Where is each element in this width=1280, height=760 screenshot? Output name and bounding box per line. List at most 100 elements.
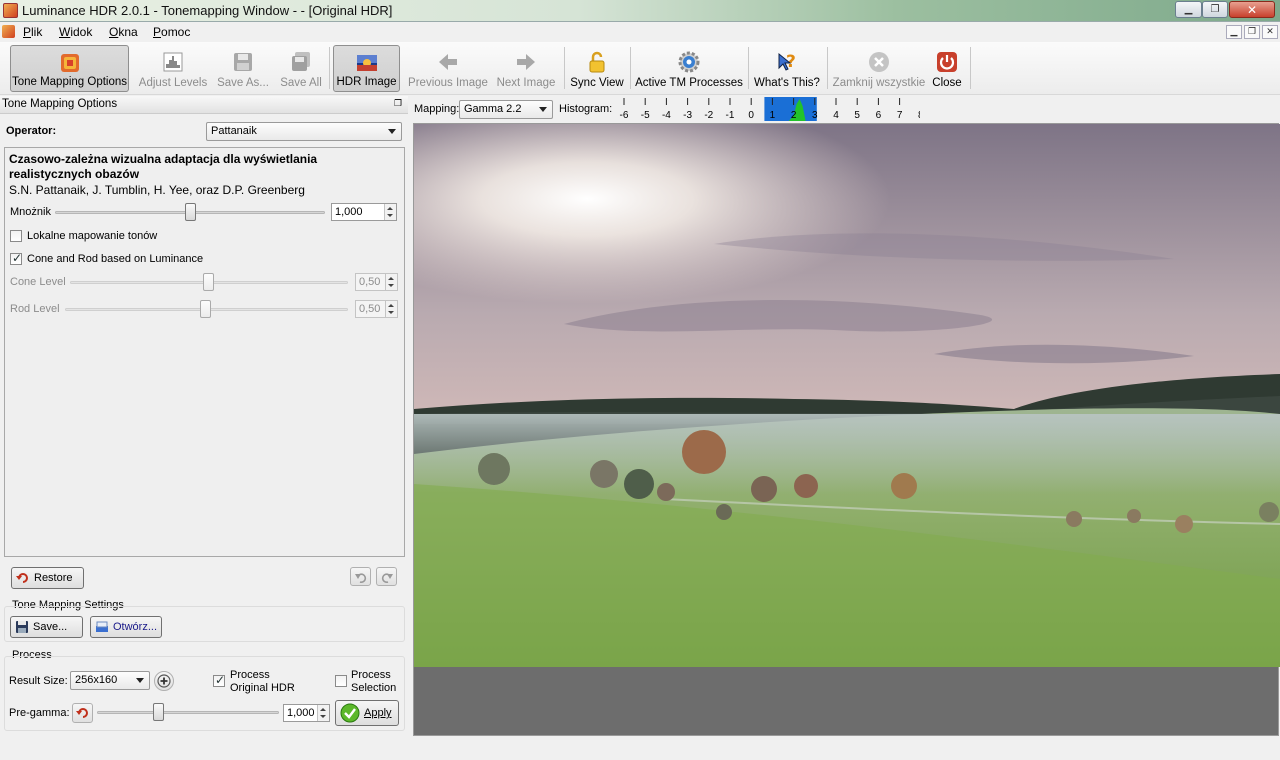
redo-button[interactable]: [376, 567, 397, 586]
pregamma-spinbox[interactable]: 1,000: [283, 704, 330, 722]
process-original-hdr-checkbox[interactable]: [213, 673, 225, 687]
save-all-button[interactable]: Save All: [278, 45, 324, 92]
histogram-tick-label: 6: [876, 110, 882, 121]
toolbar-separator: [827, 47, 828, 89]
operator-select[interactable]: Pattanaik: [206, 122, 402, 141]
title-bar: Luminance HDR 2.0.1 - Tonemapping Window…: [0, 0, 1280, 22]
close-button[interactable]: Close: [929, 45, 965, 92]
pregamma-slider-thumb[interactable]: [153, 703, 164, 721]
maximize-button[interactable]: ❐: [1202, 1, 1228, 18]
spin-arrows-icon[interactable]: [385, 301, 397, 317]
result-size-select[interactable]: 256x160: [70, 671, 150, 690]
whats-this-button[interactable]: ? What's This?: [753, 45, 821, 92]
mapping-toolbar: Mapping: Gamma 2.2 Histogram: -6 -5 -4 -3 -2…: [410, 96, 1280, 122]
panel-header: Tone Mapping Options ❐: [0, 96, 408, 114]
menu-pomoc[interactable]: Pomoc: [153, 25, 190, 39]
histogram-tick-label: 3: [812, 110, 818, 121]
save-settings-button[interactable]: Save...: [10, 616, 83, 638]
hdr-image-icon: [356, 55, 377, 71]
menu-okna[interactable]: Okna: [109, 25, 138, 39]
window-title: Luminance HDR 2.0.1 - Tonemapping Window…: [22, 3, 393, 18]
arrow-right-icon: [517, 54, 535, 70]
mapping-select[interactable]: Gamma 2.2: [459, 100, 553, 119]
undo-button[interactable]: [350, 567, 371, 586]
chevron-down-icon: [136, 678, 144, 683]
process-original-hdr-label: Process Original HDR: [230, 669, 295, 694]
operator-label: Operator:: [6, 125, 57, 137]
sync-view-button[interactable]: Sync View: [570, 45, 624, 92]
undo-arrow-icon: [75, 708, 88, 718]
previous-image-button[interactable]: Previous Image: [408, 45, 488, 92]
histogram-tick-label: -2: [704, 110, 713, 121]
local-tonemapping-checkbox[interactable]: [10, 230, 22, 242]
floppy-icon: [234, 53, 252, 71]
pregamma-label: Pre-gamma:: [9, 707, 70, 719]
main-toolbar: Tone Mapping Options Adjust Levels Save …: [0, 42, 1280, 95]
multiplier-label: Mnożnik: [10, 206, 51, 218]
add-size-button[interactable]: [154, 671, 174, 691]
image-viewport[interactable]: [413, 123, 1280, 736]
hdr-image-button[interactable]: HDR Image: [333, 45, 400, 92]
open-settings-button[interactable]: Otwórz...: [90, 616, 162, 638]
rod-level-spinbox[interactable]: 0,50: [355, 300, 398, 318]
pregamma-reset-button[interactable]: [72, 703, 93, 723]
apply-button[interactable]: Apply: [335, 700, 399, 726]
panel-title: Tone Mapping Options: [2, 98, 118, 110]
arrow-left-icon: [439, 54, 457, 70]
operator-description-title: Czasowo-zależna wizualna adaptacja dla w…: [9, 152, 318, 181]
toolbar-separator: [970, 47, 971, 89]
status-bar: [0, 737, 1280, 760]
redo-icon: [381, 572, 393, 583]
chevron-down-icon: [539, 107, 547, 112]
menu-plik[interactable]: Plik: [23, 25, 42, 39]
active-tm-processes-button[interactable]: Active TM Processes: [635, 45, 743, 92]
checkmark-icon: [340, 703, 360, 723]
undo-arrow-icon: [16, 573, 28, 583]
toolbar-separator: [630, 47, 631, 89]
floppy-icon: [16, 621, 28, 633]
close-window-button[interactable]: ✕: [1229, 1, 1275, 18]
spin-arrows-icon[interactable]: [384, 204, 396, 220]
whats-this-icon: ?: [778, 52, 796, 72]
mdi-minimize-button[interactable]: ▁: [1226, 25, 1242, 39]
spin-arrows-icon[interactable]: [385, 274, 397, 290]
spin-arrows-icon[interactable]: [317, 705, 329, 721]
histogram-label: Histogram:: [559, 103, 613, 115]
histogram-tick-label: 1: [770, 110, 776, 121]
mdi-window-icon[interactable]: [2, 25, 15, 38]
multiplier-slider-thumb[interactable]: [185, 203, 196, 221]
multiplier-spinbox[interactable]: 1,000: [331, 203, 397, 221]
cone-rod-label: Cone and Rod based on Luminance: [27, 253, 204, 265]
pregamma-slider-track[interactable]: [97, 711, 279, 714]
cone-level-spinbox[interactable]: 0,50: [355, 273, 398, 291]
cone-rod-checkbox[interactable]: [10, 251, 22, 265]
mdi-restore-button[interactable]: ❐: [1244, 25, 1260, 39]
tone-mapping-options-button[interactable]: Tone Mapping Options: [10, 45, 129, 92]
histogram-tick-label: 2: [791, 110, 797, 121]
histogram-tick-label: 4: [833, 110, 839, 121]
rod-level-slider-thumb[interactable]: [200, 300, 211, 318]
process-selection-checkbox[interactable]: [335, 675, 347, 687]
landscape-preview-image: [414, 124, 1280, 667]
rod-level-label: Rod Level: [10, 303, 60, 315]
histogram-tick-label: -1: [726, 110, 735, 121]
histogram-widget[interactable]: -6 -5 -4 -3 -2 -1 0 1 2 3 4 5 6 7 8: [610, 96, 920, 122]
next-image-button[interactable]: Next Image: [495, 45, 557, 92]
cone-level-slider-thumb[interactable]: [203, 273, 214, 291]
close-circle-icon: [869, 52, 889, 72]
menu-widok[interactable]: Widok: [59, 25, 92, 39]
toolbar-separator: [329, 47, 330, 89]
process-selection-label: Process Selection: [351, 669, 397, 694]
mdi-close-button[interactable]: ✕: [1262, 25, 1278, 39]
restore-button[interactable]: Restore: [11, 567, 84, 589]
close-all-button[interactable]: Zamknij wszystkie: [833, 45, 925, 92]
histogram-tick-label: 7: [897, 110, 903, 121]
operator-authors: S.N. Pattanaik, J. Tumblin, H. Yee, oraz…: [9, 183, 305, 197]
minimize-button[interactable]: ▁: [1175, 1, 1202, 18]
adjust-levels-button[interactable]: Adjust Levels: [138, 45, 208, 92]
gear-icon: [678, 51, 700, 73]
undock-icon[interactable]: ❐: [394, 99, 405, 110]
toolbar-separator: [748, 47, 749, 89]
local-tonemapping-label: Lokalne mapowanie tonów: [27, 230, 158, 242]
save-as-button[interactable]: Save As...: [214, 45, 272, 92]
